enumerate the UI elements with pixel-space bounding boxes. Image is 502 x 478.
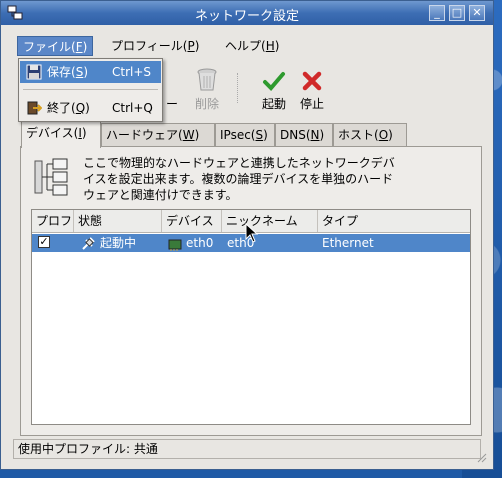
mouse-cursor-icon (245, 223, 259, 243)
column-nickname[interactable]: ニックネーム (222, 210, 318, 232)
tab-ipsec-mnemonic: S (255, 128, 264, 142)
row-device: eth0 (186, 236, 214, 250)
tab-hosts-label: ホスト( (338, 128, 379, 142)
tab-dns-mnemonic: N (310, 128, 320, 142)
file-menu-dropdown: 保存(S) Ctrl+S 終了(Q) Ctrl+Q (18, 58, 163, 122)
deactivate-button[interactable]: 停止 (290, 65, 334, 113)
tab-devices-close: ) (81, 126, 87, 140)
tab-hosts-mnemonic: O (378, 128, 389, 142)
tab-dns[interactable]: DNS(N) (275, 123, 333, 146)
menu-file-label: ファイル( (23, 40, 76, 54)
column-type[interactable]: タイプ (318, 210, 470, 232)
quit-label: 終了(Q) (47, 97, 90, 119)
profile-checkbox[interactable]: ✓ (38, 236, 50, 248)
title-bar[interactable]: ネットワーク設定 _ □ ✕ (1, 1, 493, 25)
network-devices-icon (34, 158, 68, 196)
description-line-2: イスを設定出来ます。複数の論理デバイスを単独のハード (83, 172, 394, 186)
column-status[interactable]: 状態 (74, 210, 162, 232)
plug-icon (82, 237, 95, 250)
tab-hosts[interactable]: ホスト(O) (333, 123, 407, 146)
row-status: 起動中 (100, 236, 137, 250)
tab-hardware[interactable]: ハードウェア(W) (101, 123, 215, 146)
tab-ipsec-label: IPsec( (220, 128, 256, 142)
minimize-icon[interactable]: _ (429, 5, 445, 21)
description-line-1: ここで物理的なハードウェアと連携したネットワークデバ (83, 156, 395, 170)
delete-button-label: 削除 (194, 97, 219, 111)
window-title: ネットワーク設定 (194, 9, 299, 24)
checkmark-icon (263, 72, 285, 91)
quit-label-text: 終了( (47, 101, 76, 115)
deactivate-button-label: 停止 (299, 97, 324, 111)
tab-dns-close: ) (319, 128, 325, 142)
save-label-close: ) (83, 65, 88, 79)
menu-profile-mnemonic: P (187, 39, 195, 53)
row-type: Ethernet (322, 236, 374, 250)
menu-profile[interactable]: プロフィール(P) (106, 36, 204, 56)
quit-mnemonic: Q (75, 101, 86, 115)
tab-dns-label: DNS( (280, 128, 311, 142)
tab-devices[interactable]: デバイス(I) (21, 121, 101, 148)
menu-file-close: ) (82, 40, 88, 54)
column-profile[interactable]: プロフ (32, 210, 74, 232)
menu-file-mnemonic: F (75, 40, 83, 54)
ethernet-card-icon (168, 239, 182, 251)
quit-accelerator: Ctrl+Q (112, 101, 153, 115)
menu-item-save[interactable]: 保存(S) Ctrl+S (20, 61, 161, 83)
save-label-text: 保存( (47, 65, 76, 79)
tab-hardware-label: ハードウェア( (106, 128, 183, 142)
menu-item-quit[interactable]: 終了(Q) Ctrl+Q (20, 97, 161, 119)
quit-label-close: ) (85, 101, 90, 115)
delete-button[interactable]: 削除 (185, 65, 229, 113)
red-x-icon (302, 71, 322, 91)
status-bar: 使用中プロファイル: 共通 (13, 439, 481, 459)
menu-profile-close: ) (194, 39, 200, 53)
trash-icon (197, 68, 217, 91)
devices-description: ここで物理的なハードウェアと連携したネットワークデバ イスを設定出来ます。複数の… (83, 155, 433, 203)
maximize-icon[interactable]: □ (449, 5, 465, 21)
menu-help-mnemonic: H (265, 39, 275, 53)
menu-profile-label: プロフィール( (111, 39, 188, 53)
close-icon[interactable]: ✕ (469, 5, 485, 21)
devices-panel: ここで物理的なハードウェアと連携したネットワークデバ イスを設定出来ます。複数の… (20, 146, 482, 436)
menu-help-close: ) (274, 39, 280, 53)
tab-hardware-close: ) (194, 128, 200, 142)
column-device[interactable]: デバイス (162, 210, 222, 232)
quit-door-icon (27, 101, 42, 115)
toolbar-separator (237, 73, 240, 103)
save-accelerator: Ctrl+S (112, 65, 152, 79)
menu-help[interactable]: ヘルプ(H) (220, 36, 284, 56)
tab-devices-label: デバイス( (26, 126, 79, 140)
resize-grip-icon[interactable] (475, 451, 487, 463)
save-label: 保存(S) (47, 61, 88, 83)
menu-file[interactable]: ファイル(F) (17, 36, 94, 56)
tab-ipsec-close: ) (263, 128, 268, 142)
menu-separator (23, 89, 158, 90)
menu-help-label: ヘルプ( (225, 39, 266, 53)
tab-ipsec[interactable]: IPsec(S) (215, 123, 275, 146)
tab-hosts-close: ) (388, 128, 393, 142)
floppy-disk-icon (26, 64, 42, 80)
menubar: ファイル(F) プロフィール(P) ヘルプ(H) (1, 35, 493, 57)
network-config-window: ネットワーク設定 _ □ ✕ ファイル(F) プロフィール(P) ヘルプ(H) … (0, 0, 494, 470)
tab-hardware-mnemonic: W (182, 128, 195, 142)
description-line-3: ウェアと関連付けできます。 (83, 188, 238, 202)
edit-button-label: ー (165, 97, 178, 111)
